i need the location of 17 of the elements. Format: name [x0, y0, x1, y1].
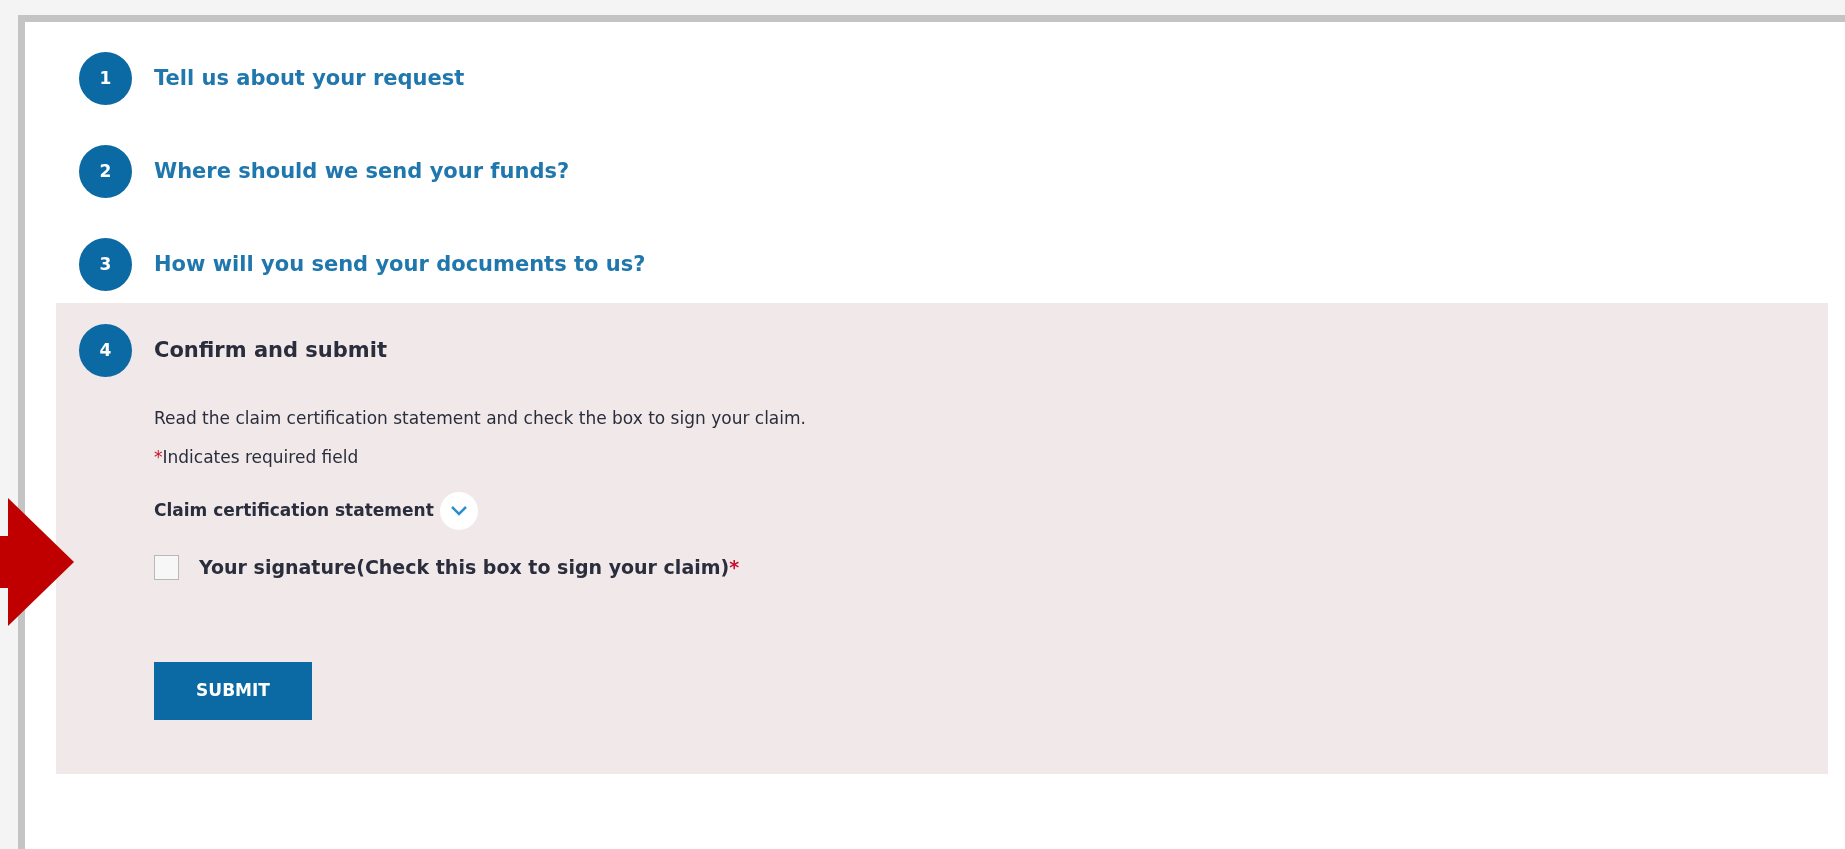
instructions-text: Read the claim certification statement and check the box to sign your claim. — [154, 407, 807, 430]
step-title[interactable]: Where should we send your funds? — [154, 155, 570, 188]
expand-toggle[interactable] — [439, 492, 478, 530]
arrow-icon — [0, 498, 74, 626]
step-number-badge: 3 — [79, 238, 132, 291]
statement-label: Claim certification statement — [154, 499, 434, 523]
step-title[interactable]: How will you send your documents to us? — [154, 248, 646, 281]
signature-label: Your signature(Check this box to sign your claim)* — [199, 555, 740, 580]
step-number-badge: 2 — [79, 145, 132, 198]
step-title[interactable]: Tell us about your request — [154, 62, 465, 95]
step-number-badge: 4 — [79, 324, 132, 377]
chevron-icon — [449, 505, 468, 517]
signature-checkbox[interactable] — [154, 554, 179, 580]
required-note: *Indicates required field — [154, 445, 360, 469]
step-title: Confirm and submit — [154, 336, 387, 364]
submit-button[interactable]: SUBMIT — [154, 661, 312, 720]
step-number-badge: 1 — [79, 52, 132, 105]
